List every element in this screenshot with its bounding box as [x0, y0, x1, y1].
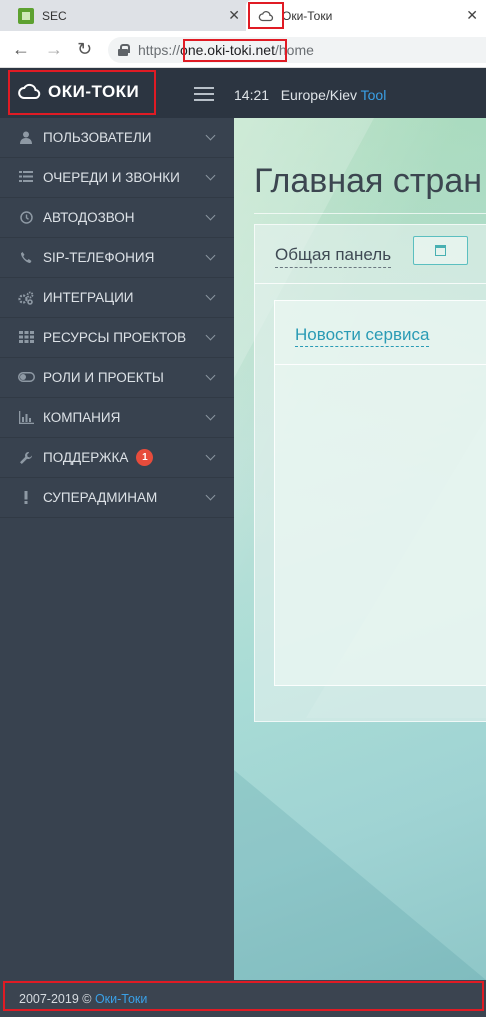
- card-divider: [275, 364, 486, 365]
- sidebar-item-label: ОЧЕРЕДИ И ЗВОНКИ: [43, 170, 180, 185]
- app-header: ОКИ-ТОКИ 14:21 Europe/Kiev Tool: [0, 68, 486, 118]
- chevron-down-icon: [205, 330, 216, 341]
- header-clock: 14:21 Europe/Kiev Tool: [234, 87, 386, 103]
- footer-highlight-box: [3, 981, 484, 1011]
- url-scheme: https://: [138, 42, 181, 58]
- chevron-down-icon: [205, 450, 216, 461]
- logo-highlight-box: [8, 70, 156, 115]
- main-content: Главная стран Общая панель Новости серви…: [234, 118, 486, 980]
- sidebar-item-project-resources[interactable]: РЕСУРСЫ ПРОЕКТОВ: [0, 318, 234, 358]
- sidebar-item-integrations[interactable]: ИНТЕГРАЦИИ: [0, 278, 234, 318]
- dashboard-selector[interactable]: Общая панель: [275, 245, 392, 268]
- tab-title: SEC: [42, 8, 67, 23]
- chevron-down-icon: [205, 130, 216, 141]
- tab-close-icon[interactable]: ✕: [228, 7, 240, 23]
- notification-badge: 1: [136, 449, 154, 466]
- sidebar-item-label: ПОЛЬЗОВАТЕЛИ: [43, 130, 152, 145]
- sidebar-item-queues-calls[interactable]: ОЧЕРЕДИ И ЗВОНКИ: [0, 158, 234, 198]
- dashboard-panel: Общая панель Новости сервиса: [254, 224, 486, 722]
- grid-icon: [18, 330, 34, 345]
- lock-icon: [118, 44, 130, 56]
- list-icon: [18, 170, 34, 185]
- sidebar-item-label: СУПЕРАДМИНАМ: [43, 490, 158, 505]
- sidebar-item-sip-telephony[interactable]: SIP-ТЕЛЕФОНИЯ: [0, 238, 234, 278]
- sidebar-item-autodial[interactable]: АВТОДОЗВОН: [0, 198, 234, 238]
- hamburger-menu-icon[interactable]: [194, 87, 214, 101]
- header-time: 14:21: [234, 87, 270, 103]
- sidebar-item-label: КОМПАНИЯ: [43, 410, 121, 425]
- clock-icon: [18, 210, 34, 225]
- bar-chart-icon: [18, 410, 34, 425]
- browser-tab-sec[interactable]: SEC ✕: [0, 0, 246, 31]
- page-title: Главная стран: [254, 162, 483, 200]
- gears-icon: [18, 291, 34, 305]
- tab-title: Оки-Токи: [282, 8, 333, 23]
- favicon-highlight-box: [248, 2, 284, 29]
- toggle-icon: [18, 371, 35, 385]
- sidebar-item-label: ИНТЕГРАЦИИ: [43, 290, 134, 305]
- sidebar-item-roles-projects[interactable]: РОЛИ И ПРОЕКТЫ: [0, 358, 234, 398]
- news-widget-title[interactable]: Новости сервиса: [295, 325, 430, 347]
- browser-tab-bar: SEC ✕ Оки-Токи ✕: [0, 0, 486, 31]
- sidebar-item-label: SIP-ТЕЛЕФОНИЯ: [43, 250, 155, 265]
- sidebar: ПОЛЬЗОВАТЕЛИ ОЧЕРЕДИ И ЗВОНКИ АВТОДОЗВОН…: [0, 118, 234, 980]
- url-field[interactable]: https:// one.oki-toki.net /home: [108, 37, 486, 63]
- sidebar-item-support[interactable]: ПОДДЕРЖКА 1: [0, 438, 234, 478]
- chevron-down-icon: [205, 370, 216, 381]
- user-icon: [18, 131, 34, 145]
- news-widget: Новости сервиса: [274, 300, 486, 686]
- calendar-icon: [435, 245, 446, 256]
- wrench-icon: [18, 451, 34, 465]
- sidebar-item-label: РЕСУРСЫ ПРОЕКТОВ: [43, 330, 187, 345]
- calendar-button[interactable]: [413, 236, 468, 265]
- forward-arrow-icon[interactable]: →: [45, 39, 63, 59]
- chevron-down-icon: [205, 170, 216, 181]
- sidebar-item-company[interactable]: КОМПАНИЯ: [0, 398, 234, 438]
- chevron-down-icon: [205, 210, 216, 221]
- sidebar-item-superadmins[interactable]: СУПЕРАДМИНАМ: [0, 478, 234, 518]
- sidebar-item-label: АВТОДОЗВОН: [43, 210, 135, 225]
- sidebar-item-label: ПОДДЕРЖКА: [43, 450, 129, 465]
- tab-close-icon[interactable]: ✕: [466, 7, 478, 23]
- title-divider: [254, 213, 486, 214]
- chevron-down-icon: [205, 290, 216, 301]
- address-bar: ← → ↻ https:// one.oki-toki.net /home: [0, 31, 486, 68]
- sidebar-item-label: РОЛИ И ПРОЕКТЫ: [43, 370, 164, 385]
- exclamation-icon: [18, 490, 34, 505]
- header-timezone: Europe/Kiev: [280, 87, 357, 103]
- back-arrow-icon[interactable]: ←: [12, 39, 30, 59]
- tool-link[interactable]: Tool: [361, 87, 387, 103]
- url-host-highlight-box: [183, 39, 287, 62]
- sec-favicon-icon: [18, 7, 34, 24]
- chevron-down-icon: [205, 490, 216, 501]
- background-shape: [234, 770, 486, 980]
- panel-divider: [255, 283, 486, 284]
- phone-icon: [18, 251, 34, 265]
- reload-icon[interactable]: ↻: [77, 39, 92, 59]
- chevron-down-icon: [205, 250, 216, 261]
- chevron-down-icon: [205, 410, 216, 421]
- sidebar-item-users[interactable]: ПОЛЬЗОВАТЕЛИ: [0, 118, 234, 158]
